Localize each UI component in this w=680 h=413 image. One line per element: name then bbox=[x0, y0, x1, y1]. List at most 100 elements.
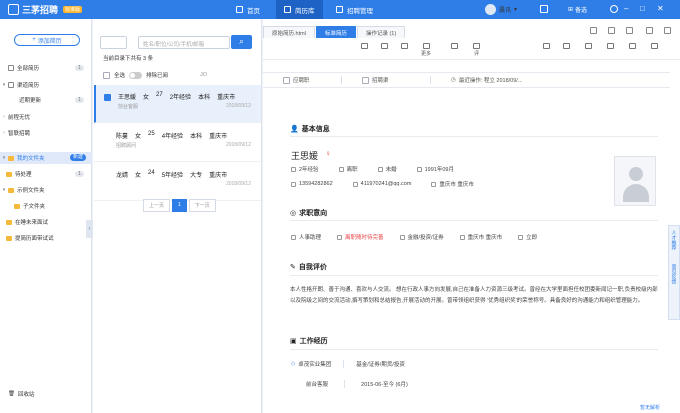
location-icon bbox=[431, 181, 437, 187]
intent-row: 人事助理 离职随时待完善 金融/投资/证券 重庆市 重庆市 立即 bbox=[291, 233, 537, 241]
tool-share-button[interactable] bbox=[401, 43, 408, 50]
resume-icon bbox=[284, 6, 291, 13]
folder-item-sample[interactable]: ▾ 示例文件夹 bbox=[0, 184, 92, 196]
more-icon[interactable] bbox=[664, 27, 671, 34]
tool-forward-button[interactable] bbox=[543, 43, 550, 50]
nav-home[interactable]: 首页 bbox=[228, 0, 268, 19]
backup-button[interactable]: ⊞ 备选 bbox=[568, 5, 587, 14]
sort-button[interactable]: JO bbox=[200, 72, 207, 78]
add-resume-button[interactable]: + 添加简历 bbox=[14, 34, 80, 46]
select-all-checkbox[interactable] bbox=[103, 71, 110, 79]
marital-icon bbox=[377, 166, 383, 172]
nav-recruit-mgmt[interactable]: 招聘管理 bbox=[328, 0, 381, 19]
user-menu[interactable]: 晨讯 ▾ bbox=[485, 4, 517, 15]
current-dir-info: 当前目录下共有 3 条 bbox=[103, 56, 154, 62]
channel-field[interactable]: 招聘渠 bbox=[342, 76, 430, 84]
filter-button[interactable] bbox=[100, 36, 127, 49]
sidebar-item-channel[interactable]: ▾ 渠道简历 bbox=[0, 79, 92, 91]
card-checkbox[interactable] bbox=[104, 94, 111, 101]
avatar-placeholder bbox=[614, 156, 656, 206]
resume-card[interactable]: 陈蔓女 25 4年经验 本科 重庆市 招聘顾问 2018/09/12 bbox=[94, 124, 261, 162]
mail-icon[interactable] bbox=[540, 5, 548, 13]
comment-icon bbox=[473, 43, 480, 49]
briefcase-icon bbox=[283, 76, 290, 84]
folder-icon bbox=[6, 219, 12, 225]
trash-icon: 🗑 bbox=[8, 391, 15, 397]
next-page-button[interactable]: 下一页 bbox=[188, 199, 216, 212]
pen-icon bbox=[563, 43, 570, 49]
flag-icon bbox=[361, 43, 368, 49]
detail-tabs: 原始简历.html 标准简历 操作记录 (1) bbox=[263, 26, 406, 38]
resume-card[interactable]: 王思媛女 27 2年经验 本科 重庆市 前台客服 2018/09/12 bbox=[94, 85, 261, 123]
self-eval-text: 本人性格开朗、善于沟通、喜欢与人交流。 想在行政人事方向发展,自己在准备人力资源… bbox=[290, 287, 658, 304]
sidebar-item-51job[interactable]: › 前程无忧 bbox=[0, 111, 92, 123]
tab-operation-log[interactable]: 操作记录 (1) bbox=[356, 26, 406, 38]
my-folders-header[interactable]: ▾ 我的文件夹 新建 bbox=[0, 152, 92, 164]
page-1-button[interactable]: 1 bbox=[172, 199, 187, 212]
female-icon: ♀ bbox=[325, 149, 331, 158]
tool-bookmark-button[interactable] bbox=[451, 43, 458, 50]
user-icon: 👤 bbox=[290, 126, 299, 133]
minimize-button[interactable]: – bbox=[624, 4, 628, 13]
talent-recommend-tab[interactable]: 人才推荐 bbox=[671, 230, 678, 250]
recycle-bin[interactable]: 🗑 回收站 bbox=[8, 390, 35, 398]
resume-card[interactable]: 龙婧女 24 5年经验 大专 重庆市 2018/09/12 bbox=[94, 163, 261, 201]
folder-item-test[interactable]: 提简历面带试试 bbox=[0, 232, 92, 244]
tool-star-button[interactable] bbox=[607, 43, 614, 50]
print-icon[interactable] bbox=[590, 27, 597, 34]
section-self-eval: ✎ 自我评价 bbox=[290, 264, 327, 271]
comment-icon: ✎ bbox=[290, 264, 296, 271]
folder-item-pending[interactable]: 待处理 1 bbox=[0, 168, 92, 180]
tab-original[interactable]: 原始简历.html bbox=[263, 26, 315, 38]
search-icon: ⌕ bbox=[239, 37, 244, 46]
channel-icon bbox=[8, 82, 14, 88]
share-icon[interactable] bbox=[626, 27, 633, 34]
prev-page-button[interactable]: 上一页 bbox=[143, 199, 171, 212]
close-button[interactable]: ✕ bbox=[657, 4, 664, 13]
briefcase-icon: ▣ bbox=[290, 338, 297, 345]
pin-icon bbox=[629, 43, 636, 49]
folder-icon bbox=[6, 171, 12, 177]
tool-pen-button[interactable] bbox=[563, 43, 570, 50]
search-input[interactable]: 姓名/职位/公司/手机/邮箱 bbox=[138, 36, 230, 49]
tool-evaluate-button[interactable]: 评 bbox=[473, 43, 480, 57]
tool-more-button[interactable]: 更多 bbox=[421, 43, 431, 57]
tab-standard[interactable]: 标准简历 bbox=[315, 26, 356, 38]
delete-icon[interactable] bbox=[646, 27, 653, 34]
basic-info-row-1: 2年经验 离职 未婚 1991年09月 bbox=[291, 165, 454, 173]
list-controls: 全选 排除已阅 JO bbox=[103, 71, 207, 79]
job-field[interactable]: 应聘职 bbox=[263, 76, 341, 84]
action-toolbar: 更多 评 bbox=[263, 40, 680, 60]
nav-resume-lib[interactable]: 简历库 bbox=[276, 0, 323, 19]
settings-icon[interactable] bbox=[610, 5, 618, 13]
tool-rotate-button[interactable] bbox=[585, 43, 592, 50]
sidebar-item-recent[interactable]: 近期更新 1 bbox=[0, 94, 92, 106]
folder-icon bbox=[6, 235, 12, 241]
candidate-name: 王思媛 bbox=[291, 151, 319, 161]
sidebar-item-zhaopin[interactable]: › 智联招聘 bbox=[0, 127, 92, 139]
section-basic-info: 👤 基本信息 bbox=[290, 126, 330, 133]
maximize-button[interactable]: □ bbox=[640, 4, 645, 13]
tool-lock-button[interactable] bbox=[651, 43, 658, 50]
exp-icon bbox=[291, 166, 296, 172]
app-logo: 三茅招聘 标准版 bbox=[8, 3, 83, 16]
status-icon bbox=[338, 166, 344, 172]
tool-mark-button[interactable] bbox=[361, 43, 368, 50]
feedback-tab[interactable]: 意见反馈 bbox=[671, 264, 678, 284]
exclude-read-toggle[interactable] bbox=[129, 71, 143, 79]
recruit-icon bbox=[336, 6, 343, 13]
bullet-icon: ◇ bbox=[291, 361, 296, 367]
time-icon bbox=[518, 234, 524, 240]
new-folder-button[interactable]: 新建 bbox=[69, 154, 86, 161]
search-button[interactable]: ⌕ bbox=[231, 35, 252, 49]
caret-down-icon: ▾ bbox=[2, 187, 6, 193]
sidebar-item-all[interactable]: 全部简历 1 bbox=[0, 62, 92, 74]
work-company-row: ◇ 卓茂实业集团 基金/证券/期货/投资 bbox=[291, 360, 405, 368]
collapse-sidebar-button[interactable]: ‹ bbox=[86, 220, 93, 238]
tool-pin-button[interactable] bbox=[629, 43, 636, 50]
download-icon[interactable] bbox=[608, 27, 615, 34]
folder-item-sub[interactable]: 子文件夹 bbox=[0, 200, 92, 212]
folder-item-interview[interactable]: 在睡未来面试 bbox=[0, 216, 92, 228]
caret-right-icon: › bbox=[3, 114, 5, 120]
tool-edit-button[interactable] bbox=[381, 43, 388, 50]
